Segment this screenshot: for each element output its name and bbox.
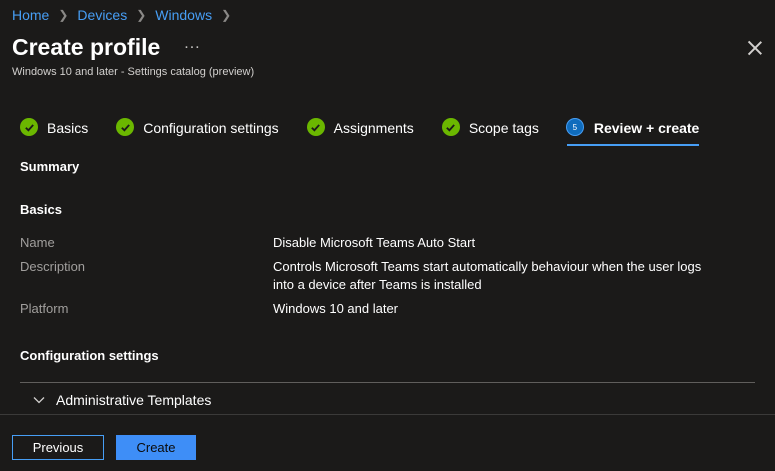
breadcrumb-windows[interactable]: Windows [155, 7, 212, 23]
checkmark-icon [306, 118, 325, 136]
tab-label: Basics [47, 120, 89, 136]
description-value: Controls Microsoft Teams start automatic… [273, 259, 702, 292]
checkmark-icon [441, 118, 460, 136]
tab-configuration-settings[interactable]: Configuration settings [116, 116, 279, 146]
description-label: Description [20, 259, 86, 274]
configuration-settings-heading: Configuration settings [20, 348, 159, 363]
previous-button[interactable]: Previous [12, 435, 104, 460]
checkmark-icon [20, 118, 38, 136]
checkmark-icon [116, 118, 135, 136]
basics-heading: Basics [20, 202, 62, 217]
tab-basics[interactable]: Basics [20, 116, 88, 146]
wizard-tabs: Basics Configuration settings Assignment… [20, 116, 727, 146]
tab-scope-tags[interactable]: Scope tags [441, 116, 539, 146]
tab-review-create[interactable]: 5 Review + create [566, 116, 700, 146]
tab-label: Configuration settings [143, 120, 279, 136]
tab-assignments[interactable]: Assignments [306, 116, 414, 146]
platform-value: Windows 10 and later [273, 301, 399, 316]
breadcrumb-home[interactable]: Home [12, 7, 49, 23]
platform-label: Platform [20, 301, 69, 316]
tab-label: Scope tags [468, 120, 539, 136]
more-options-icon[interactable]: ... [184, 35, 200, 53]
breadcrumb-devices[interactable]: Devices [77, 7, 127, 23]
page-subtitle: Windows 10 and later - Settings catalog … [12, 66, 255, 78]
title-row: Create profile ... [12, 34, 201, 61]
close-icon[interactable] [747, 40, 763, 56]
name-label: Name [20, 235, 55, 250]
chevron-right-icon: ❯ [136, 8, 147, 22]
divider [20, 382, 755, 383]
tab-label: Review + create [593, 120, 700, 136]
tab-label: Assignments [333, 120, 414, 136]
chevron-right-icon: ❯ [58, 8, 69, 22]
administrative-templates-expander[interactable]: Administrative Templates [32, 392, 211, 408]
expander-label: Administrative Templates [56, 392, 212, 408]
chevron-right-icon: ❯ [221, 8, 232, 22]
chevron-down-icon [33, 397, 45, 404]
name-value: Disable Microsoft Teams Auto Start [273, 235, 476, 250]
page-title: Create profile [12, 34, 161, 60]
footer-bar: Previous Create [0, 414, 775, 471]
create-button[interactable]: Create [116, 435, 196, 460]
breadcrumb: Home ❯ Devices ❯ Windows ❯ [12, 7, 240, 23]
summary-heading: Summary [20, 159, 80, 174]
step-number-badge: 5 [566, 119, 583, 135]
